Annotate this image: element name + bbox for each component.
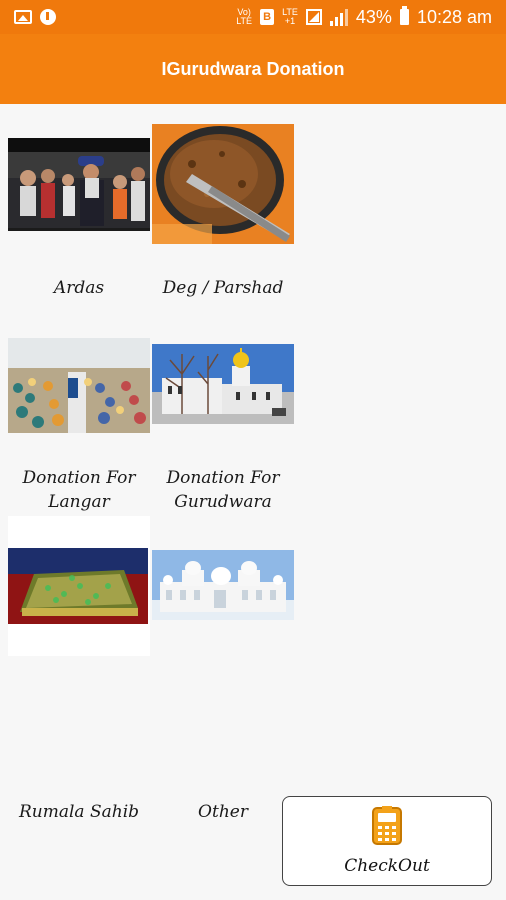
tile-deg-parshad[interactable]: Deg / Parshad	[152, 124, 294, 309]
tile-label: Donation For Gurudwara	[166, 468, 280, 512]
tile-label: Rumala Sahib	[18, 802, 140, 822]
tile-rumala-sahib[interactable]: Rumala Sahib	[8, 516, 150, 822]
status-bar: Vo) LTE B LTE +1 43% 10:28 am	[0, 0, 506, 34]
lte-bottom: +1	[284, 16, 296, 26]
app-title: IGurudwara Donation	[161, 58, 345, 79]
tile-donation-langar[interactable]: Donation For Langar	[8, 338, 150, 518]
notification-b-icon: B	[260, 9, 275, 25]
music-icon	[40, 9, 56, 25]
rumala-image	[8, 516, 150, 656]
checkout-label: CheckOut	[344, 856, 430, 876]
tile-label: Other	[198, 802, 248, 822]
langar-image	[8, 338, 150, 433]
tile-ardas[interactable]: Ardas	[8, 124, 150, 309]
tile-other[interactable]: Other	[152, 516, 294, 822]
app-bar: IGurudwara Donation	[0, 34, 506, 104]
card-terminal-icon	[371, 806, 403, 850]
volte-bottom: LTE	[236, 16, 253, 26]
gallery-icon	[14, 10, 32, 24]
signal-bars-icon	[329, 8, 348, 26]
tile-donation-gurudwara[interactable]: Donation For Gurudwara	[152, 338, 294, 518]
deg-parshad-image	[152, 124, 294, 244]
status-right: Vo) LTE B LTE +1 43% 10:28 am	[236, 6, 492, 28]
status-left	[14, 9, 56, 25]
tile-label: Ardas	[53, 278, 105, 298]
volte-indicator: Vo) LTE	[236, 8, 252, 26]
lte-indicator: LTE +1	[282, 8, 298, 26]
tile-label: Deg / Parshad	[162, 278, 284, 298]
checkout-button[interactable]: CheckOut	[282, 796, 492, 886]
signal-box-icon	[305, 9, 322, 25]
gurudwara-image	[152, 344, 294, 424]
tile-label: Donation For Langar	[22, 468, 136, 512]
ardas-image	[8, 138, 150, 231]
other-image	[152, 550, 294, 620]
battery-percent: 43%	[355, 6, 392, 27]
battery-icon	[399, 6, 409, 25]
clock: 10:28 am	[416, 6, 492, 27]
